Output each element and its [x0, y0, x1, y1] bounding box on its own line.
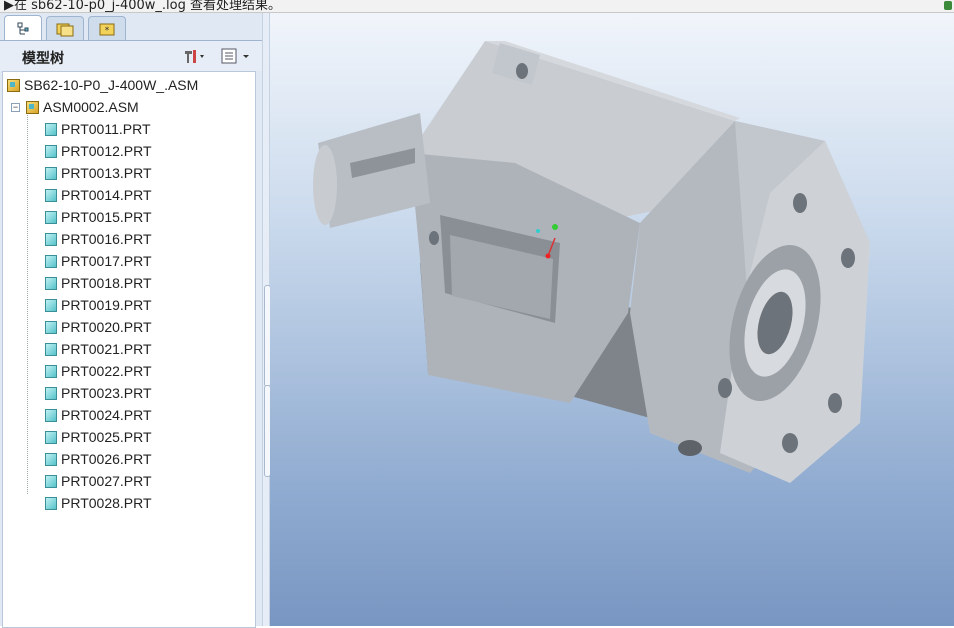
gearbox-3d-model[interactable]	[270, 13, 954, 626]
part-icon	[45, 276, 57, 290]
tree-item-label: PRT0019.PRT	[61, 297, 152, 313]
tree-item-label: PRT0015.PRT	[61, 209, 152, 225]
tree-item-label: SB62-10-P0_J-400W_.ASM	[24, 77, 199, 93]
tree-show-button[interactable]	[220, 47, 252, 65]
part-icon	[45, 342, 57, 356]
tree-item-part[interactable]: PRT0017.PRT	[45, 251, 152, 271]
tree-item-part[interactable]: PRT0018.PRT	[45, 273, 152, 293]
tree-item-label: PRT0017.PRT	[61, 253, 152, 269]
panel-splitter[interactable]	[262, 13, 271, 626]
model-tree: SB62-10-P0_J-400W_.ASM − ASM0002.ASM PRT…	[2, 71, 256, 628]
tree-item-part[interactable]: PRT0015.PRT	[45, 207, 152, 227]
tab-favorites[interactable]: *	[88, 16, 126, 40]
part-icon	[45, 254, 57, 268]
tree-item-label: PRT0011.PRT	[61, 121, 151, 137]
status-bar: ▶在 sb62-10-p0_j-400w_.log 查看处理结果。	[0, 0, 954, 13]
part-icon	[45, 386, 57, 400]
part-icon	[45, 320, 57, 334]
part-icon	[45, 188, 57, 202]
tree-item-label: PRT0026.PRT	[61, 451, 152, 467]
model-tree-icon	[17, 22, 29, 34]
tree-item-label: ASM0002.ASM	[43, 99, 139, 115]
tree-item-part[interactable]: PRT0011.PRT	[45, 119, 151, 139]
assembly-icon	[26, 100, 39, 114]
favorites-icon: *	[99, 23, 115, 36]
part-icon	[45, 210, 57, 224]
part-icon	[45, 496, 57, 510]
tree-item-label: PRT0012.PRT	[61, 143, 152, 159]
tree-item-part[interactable]: PRT0012.PRT	[45, 141, 152, 161]
part-icon	[45, 408, 57, 422]
tree-item-part[interactable]: PRT0024.PRT	[45, 405, 152, 425]
part-icon	[45, 144, 57, 158]
tree-item-part[interactable]: PRT0027.PRT	[45, 471, 152, 491]
tree-item-label: PRT0021.PRT	[61, 341, 152, 357]
assembly-icon	[7, 78, 20, 92]
tree-item-label: PRT0018.PRT	[61, 275, 152, 291]
tree-settings-button[interactable]	[182, 47, 206, 65]
part-icon	[45, 166, 57, 180]
tree-item-label: PRT0024.PRT	[61, 407, 152, 423]
part-icon	[45, 474, 57, 488]
tree-item-part[interactable]: PRT0021.PRT	[45, 339, 152, 359]
tree-item-part[interactable]: PRT0026.PRT	[45, 449, 152, 469]
part-icon	[45, 232, 57, 246]
model-tree-title: 模型树	[22, 51, 64, 67]
folder-icon	[56, 23, 74, 36]
part-icon	[45, 122, 57, 136]
graphics-window[interactable]	[270, 13, 954, 626]
tree-item-sub-assembly[interactable]: − ASM0002.ASM	[11, 97, 139, 117]
tree-item-label: PRT0014.PRT	[61, 187, 152, 203]
tree-item-label: PRT0028.PRT	[61, 495, 152, 511]
tree-item-part[interactable]: PRT0028.PRT	[45, 493, 152, 513]
tree-item-part[interactable]: PRT0019.PRT	[45, 295, 152, 315]
tree-item-label: PRT0023.PRT	[61, 385, 152, 401]
part-icon	[45, 298, 57, 312]
tree-item-label: PRT0013.PRT	[61, 165, 152, 181]
svg-text:*: *	[105, 26, 110, 36]
part-icon	[45, 364, 57, 378]
tree-item-part[interactable]: PRT0016.PRT	[45, 229, 152, 249]
collapse-icon[interactable]: −	[11, 102, 20, 112]
tab-folder-browser[interactable]	[46, 16, 84, 40]
tree-item-part[interactable]: PRT0025.PRT	[45, 427, 152, 447]
tree-item-label: PRT0016.PRT	[61, 231, 152, 247]
tree-item-label: PRT0027.PRT	[61, 473, 152, 489]
status-indicator-icon	[944, 1, 952, 10]
tree-item-part[interactable]: PRT0023.PRT	[45, 383, 152, 403]
tree-item-part[interactable]: PRT0013.PRT	[45, 163, 152, 183]
tree-item-label: PRT0022.PRT	[61, 363, 152, 379]
part-icon	[45, 430, 57, 444]
tree-item-label: PRT0020.PRT	[61, 319, 152, 335]
tree-item-part[interactable]: PRT0020.PRT	[45, 317, 152, 337]
part-icon	[45, 452, 57, 466]
tab-model-tree[interactable]	[4, 15, 42, 41]
navigator-panel: * 模型树 SB62-10-P0_J-400W_.ASM − ASM0002.A…	[0, 13, 262, 628]
status-message: ▶在 sb62-10-p0_j-400w_.log 查看处理结果。	[4, 0, 281, 13]
tree-item-part[interactable]: PRT0022.PRT	[45, 361, 152, 381]
list-icon	[221, 48, 249, 64]
tree-item-part[interactable]: PRT0014.PRT	[45, 185, 152, 205]
model-tree-header: 模型树	[0, 41, 262, 71]
navigator-tabs: *	[0, 13, 262, 41]
tree-item-label: PRT0025.PRT	[61, 429, 152, 445]
tree-item-root[interactable]: SB62-10-P0_J-400W_.ASM	[7, 75, 198, 95]
tools-icon	[185, 50, 204, 63]
